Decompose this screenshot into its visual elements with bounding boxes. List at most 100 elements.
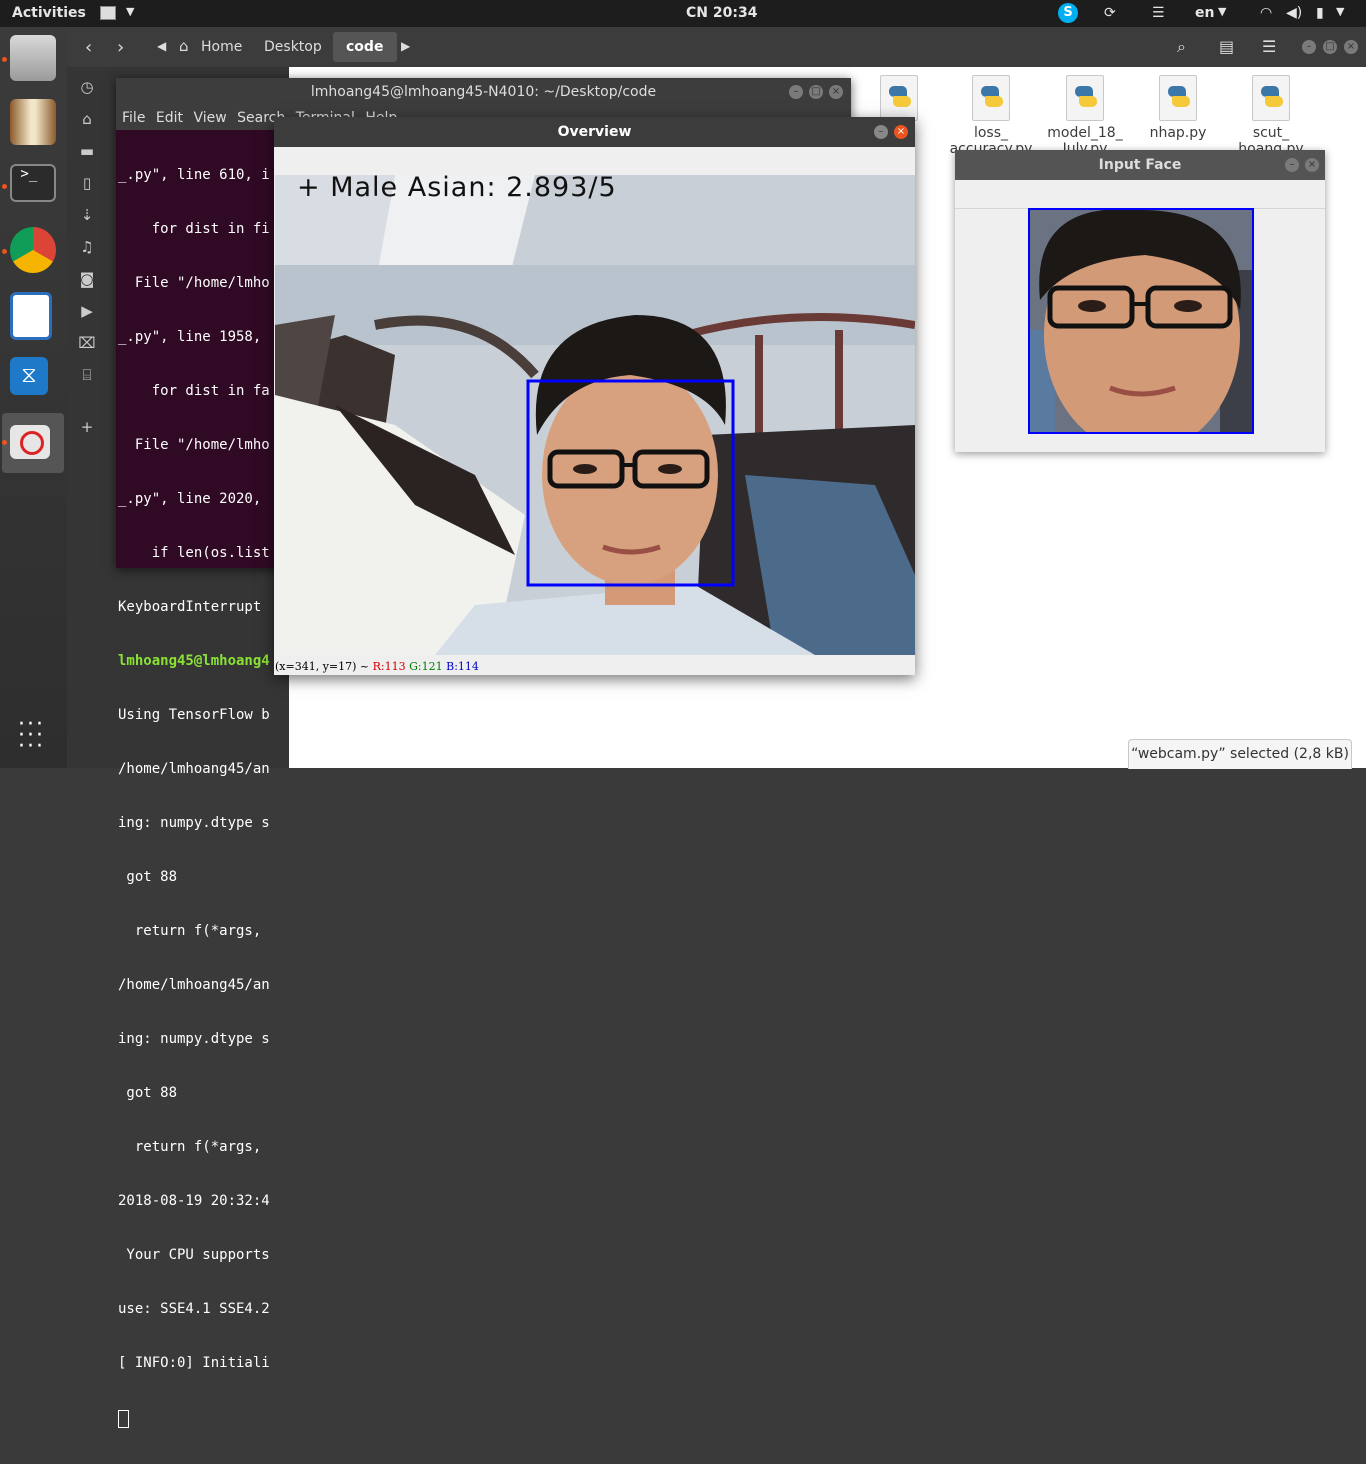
notes-icon[interactable]: ☰ [1152,5,1165,21]
maximize-icon[interactable]: □ [1323,40,1337,54]
close-icon[interactable]: × [1344,40,1358,54]
running-indicator [2,57,7,62]
face-crop [1030,210,1252,432]
chrome-icon[interactable] [10,227,56,273]
trash-icon[interactable]: ⌧ [77,333,97,353]
sync-icon[interactable]: ⟳ [1104,5,1116,21]
selection-status: “webcam.py” selected (2,8 kB) [1128,739,1352,769]
file-item[interactable]: nhap.py [1128,75,1228,141]
search-icon[interactable]: ⌕ [1177,37,1186,57]
terminal-line: use: SSE4.1 SSE4.2 [118,1301,270,1317]
cv-window-icon[interactable] [10,425,50,459]
terminal-line: Using TensorFlow b [118,707,270,723]
book-reader-icon[interactable] [10,99,56,145]
toolbar-area [955,180,1325,209]
file-manager-header: ‹ › ◀ ⌂ Home Desktop code ▶ ⌕ ▤ ☰ – □ × [67,27,1366,67]
wifi-icon[interactable]: ◠ [1260,5,1272,21]
writer-icon[interactable] [10,292,52,340]
show-apps-icon[interactable]: ··· ··· ··· [18,714,50,758]
terminal-line: 2018-08-19 20:32:4 [118,1193,270,1209]
music-icon[interactable]: ♫ [77,237,97,257]
path-desktop[interactable]: Desktop [264,39,322,55]
download-icon[interactable]: ⇣ [77,205,97,225]
path-left-icon[interactable]: ◀ [157,39,166,53]
vscode-icon[interactable]: ⧖ [10,357,48,395]
minimize-icon[interactable]: – [1285,158,1299,172]
menu-file[interactable]: File [122,110,145,126]
running-indicator [2,249,7,254]
clock[interactable]: CN 20:34 [686,5,757,21]
terminal-cursor [118,1410,129,1428]
webcam-frame[interactable]: + Male Asian: 2.893/5 [275,175,915,655]
document-icon[interactable]: ▯ [77,173,97,193]
file-cabinet-icon[interactable] [10,35,56,81]
terminal-line: Your CPU supports [118,1247,270,1263]
python-file-icon [1066,75,1104,121]
folder-icon[interactable]: ▬ [77,141,97,161]
green-value: G:121 [409,660,443,673]
indicator-window-icon[interactable] [100,6,116,20]
skype-icon[interactable]: S [1058,3,1078,23]
terminal-title[interactable]: lmhoang45@lmhoang45-N4010: ~/Desktop/cod… [116,78,851,106]
terminal-line: /home/lmhoang45/an [118,761,270,777]
other-locations-icon[interactable]: + [77,417,97,437]
menu-icon[interactable]: ☰ [1262,37,1276,56]
chevron-down-icon[interactable]: ▼ [126,5,134,18]
maximize-icon[interactable]: □ [809,85,823,99]
camera-icon[interactable]: ◙ [77,269,97,289]
input-face-window: Input Face – × [955,150,1325,452]
battery-icon[interactable]: ▮ [1316,5,1324,21]
minimize-icon[interactable]: – [789,85,803,99]
menu-view[interactable]: View [193,110,226,126]
chevron-down-icon[interactable]: ▼ [1218,5,1226,18]
close-icon[interactable]: × [894,125,908,139]
close-icon[interactable]: × [829,85,843,99]
forward-icon[interactable]: › [117,37,124,58]
close-icon[interactable]: × [1305,158,1319,172]
file-item[interactable]: scut_ hoang.py [1221,75,1321,157]
python-file-icon [972,75,1010,121]
terminal-line: /home/lmhoang45/an [118,977,270,993]
chevron-down-icon[interactable]: ▼ [1336,5,1344,18]
language-indicator[interactable]: en [1195,5,1214,21]
terminal-icon[interactable]: >_ [10,164,56,202]
file-item[interactable]: loss_ accuracy.py [941,75,1041,157]
path-code[interactable]: code [346,39,383,55]
overview-title[interactable]: Overview [274,117,915,147]
pixel-status-bar: (x=341, y=17) ~ R:113 G:121 B:114 [275,660,479,673]
webcam-scene [275,175,915,655]
video-icon[interactable]: ▶ [77,301,97,321]
terminal-line: return f(*args, [118,1139,262,1155]
volume-icon[interactable]: ◀) [1286,5,1302,21]
top-bar: Activities ▼ CN 20:34 S ⟳ ☰ en ▼ ◠ ◀) ▮ … [0,0,1366,27]
face-crop-image[interactable] [1028,208,1254,434]
minimize-icon[interactable]: – [1302,40,1316,54]
minimize-icon[interactable]: – [874,125,888,139]
python-file-icon [1252,75,1290,121]
terminal-line: ing: numpy.dtype s [118,815,270,831]
terminal-line: got 88 [118,1085,178,1101]
back-icon[interactable]: ‹ [85,37,92,58]
menu-edit[interactable]: Edit [156,110,183,126]
file-item[interactable]: model_18_ July.py [1035,75,1135,157]
python-file-icon [1159,75,1197,121]
view-options-icon[interactable]: ▤ [1219,37,1234,56]
blue-value: B:114 [446,660,479,673]
terminal-line: return f(*args, [118,923,262,939]
prediction-label: + Male Asian: 2.893/5 [297,175,617,203]
path-right-icon[interactable]: ▶ [401,39,410,53]
network-icon[interactable]: ⌸ [77,365,97,385]
cursor-coords: (x=341, y=17) ~ [275,660,370,673]
recent-icon[interactable]: ◷ [77,77,97,97]
activities-button[interactable]: Activities [12,5,86,21]
file-icon-partial[interactable] [879,75,919,121]
red-value: R:113 [372,660,406,673]
home-icon[interactable]: ⌂ [77,109,97,129]
input-face-title[interactable]: Input Face [955,150,1325,180]
terminal-line: [ INFO:0] Initiali [118,1355,270,1371]
terminal-line: ing: numpy.dtype s [118,1031,270,1047]
running-indicator [2,184,7,189]
home-icon: ⌂ [179,37,189,55]
dock: >_ ⧖ ··· ··· ··· [0,27,67,768]
path-home[interactable]: Home [201,39,242,55]
